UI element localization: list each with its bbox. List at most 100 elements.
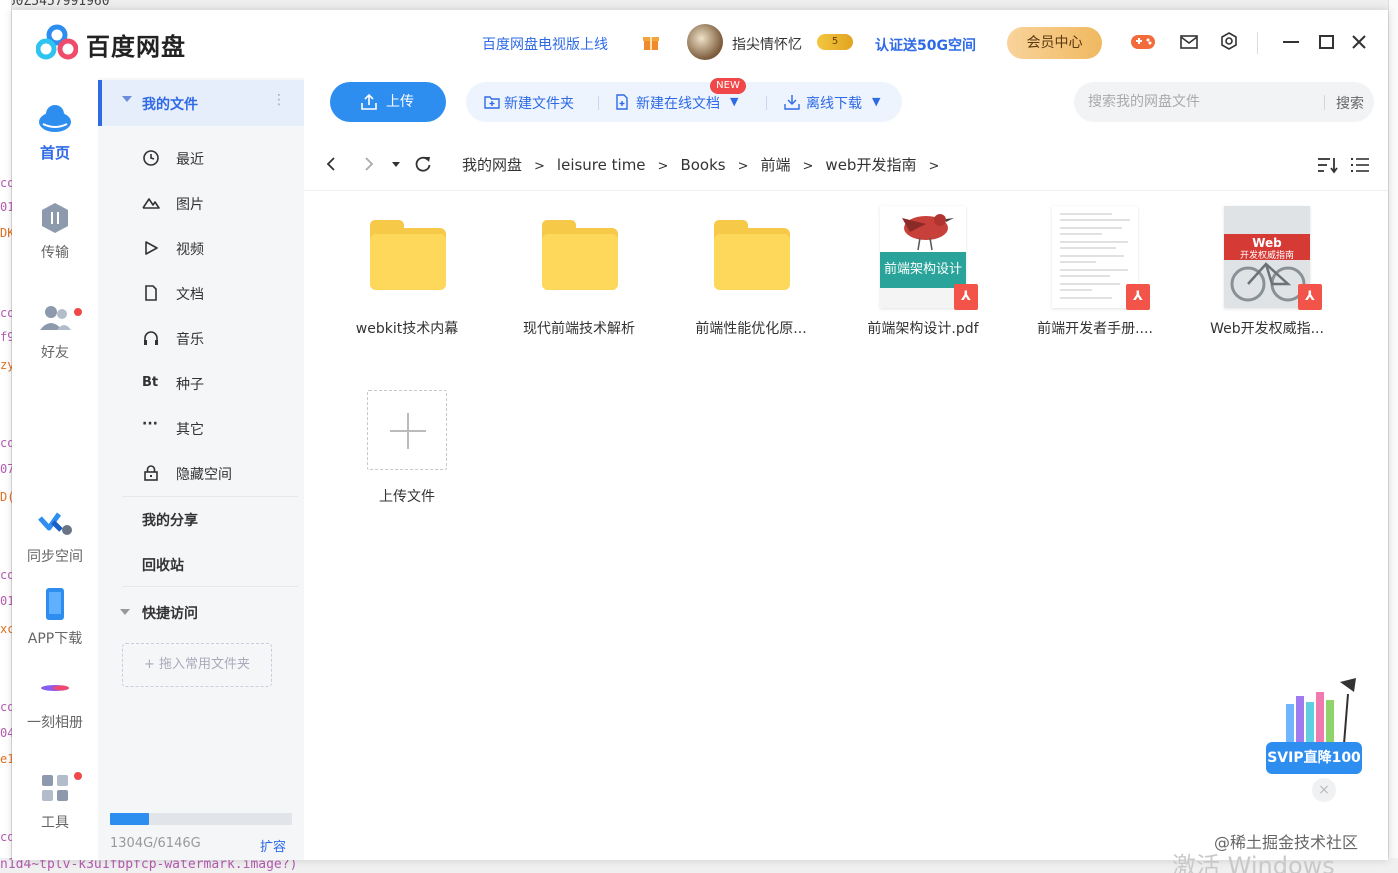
sidebar-item-music[interactable]: 音乐 <box>98 318 304 358</box>
quick-access-drop-zone[interactable]: + 拖入常用文件夹 <box>122 643 272 687</box>
new-online-doc-button[interactable]: 新建在线文档 <box>636 93 720 113</box>
new-badge: NEW <box>710 78 746 94</box>
nav-app-download[interactable]: APP下载 <box>12 586 98 648</box>
sidebar-recycle-bin[interactable]: 回收站 <box>142 555 184 575</box>
upload-button[interactable]: 上传 <box>330 82 446 122</box>
quick-access-arrow-icon[interactable] <box>120 609 130 615</box>
document-icon <box>145 285 157 301</box>
svip-promo-widget[interactable]: SVIP直降100 <box>1264 674 1364 774</box>
username[interactable]: 指尖情怀忆 <box>732 34 802 54</box>
file-item-folder[interactable]: 现代前端技术解析 <box>504 206 654 338</box>
new-doc-icon[interactable] <box>614 94 630 110</box>
upload-icon <box>361 93 377 110</box>
vip-level-badge[interactable]: 5 <box>817 34 853 50</box>
new-folder-button[interactable]: 新建文件夹 <box>504 93 574 113</box>
file-name: webkit技术内幕 <box>355 321 459 337</box>
nav-sync-space[interactable]: 同步空间 <box>12 504 98 566</box>
sort-icon[interactable] <box>1316 155 1338 175</box>
member-center-button[interactable]: 会员中心 <box>1007 27 1102 59</box>
pdf-file-icon: ⅄ <box>1126 284 1150 310</box>
nav-home[interactable]: 首页 <box>12 100 98 163</box>
nav-sync-label: 同步空间 <box>27 549 83 565</box>
offline-download-button[interactable]: 离线下载 <box>806 93 862 113</box>
download-icon[interactable] <box>784 94 800 110</box>
sidebar-item-videos[interactable]: 视频 <box>98 228 304 268</box>
file-item-folder[interactable]: 前端性能优化原... <box>676 206 826 338</box>
minimize-icon[interactable] <box>1282 30 1300 54</box>
file-item-pdf[interactable]: Web 开发权威指南 ⅄ Web开发权威指... <box>1192 206 1342 338</box>
album-icon <box>41 685 69 691</box>
sidebar-item-images[interactable]: 图片 <box>98 183 304 223</box>
user-avatar[interactable] <box>687 24 723 60</box>
upload-button-label: 上传 <box>386 94 414 110</box>
main-content: 上传 新建文件夹 新建在线文档 ▼ NEW 离线下载 ▼ 搜索我的网盘文件 搜索… <box>304 78 1388 860</box>
pdf-thumbnail: ⅄ <box>1040 206 1150 310</box>
sidebar-item-label: 隐藏空间 <box>176 467 232 483</box>
gamepad-icon[interactable] <box>1130 32 1156 52</box>
cloud-icon <box>39 105 71 132</box>
background-right-panel <box>1388 0 1398 873</box>
search-input[interactable] <box>1088 82 1318 122</box>
search-button[interactable]: 搜索 <box>1336 93 1364 113</box>
breadcrumb-item[interactable]: 前端 <box>761 156 791 174</box>
maximize-icon[interactable] <box>1318 30 1336 54</box>
tools-notification-dot <box>74 772 82 780</box>
sidebar-item-label: 视频 <box>176 242 204 258</box>
sidebar-item-label: 其它 <box>176 422 204 438</box>
books-lamp-illustration-icon <box>1286 678 1356 745</box>
refresh-icon[interactable] <box>414 154 432 174</box>
collapse-arrow-icon[interactable] <box>122 96 132 102</box>
mail-icon[interactable] <box>1180 34 1198 50</box>
sidebar-item-others[interactable]: ··· 其它 <box>98 408 304 448</box>
sidebar-item-documents[interactable]: 文档 <box>98 273 304 313</box>
new-folder-icon[interactable] <box>484 94 500 110</box>
nav-tools-label: 工具 <box>41 815 69 831</box>
certification-link[interactable]: 认证送50G空间 <box>875 35 976 55</box>
toolbar-separator <box>766 96 767 110</box>
back-arrow-icon[interactable] <box>324 154 338 174</box>
sync-icon <box>38 512 72 535</box>
list-view-icon[interactable] <box>1350 155 1370 175</box>
sidebar-quick-access[interactable]: 快捷访问 <box>142 603 198 623</box>
sidebar-item-label: 最近 <box>176 152 204 168</box>
pdf-thumbnail: 前端架构设计 ⅄ <box>868 206 978 310</box>
book-cover-title: 前端架构设计 <box>883 262 962 277</box>
breadcrumb-item[interactable]: Books <box>680 156 725 174</box>
expand-storage-link[interactable]: 扩容 <box>260 836 286 855</box>
chevron-down-icon[interactable]: ▼ <box>872 95 880 108</box>
breadcrumb-separator: > <box>534 159 545 174</box>
more-vertical-icon[interactable]: ⋮ <box>272 92 286 108</box>
nav-tools[interactable]: 工具 <box>12 770 98 832</box>
nav-friends[interactable]: 好友 <box>12 300 98 362</box>
settings-gear-icon[interactable] <box>1220 32 1238 50</box>
sidebar-my-files[interactable]: 我的文件 ⋮ <box>98 80 304 126</box>
svip-discount-button[interactable]: SVIP直降100 <box>1266 742 1362 774</box>
breadcrumb-item-current[interactable]: web开发指南 <box>825 156 916 174</box>
gift-icon[interactable] <box>642 33 660 51</box>
close-icon[interactable] <box>1350 30 1368 54</box>
breadcrumb-separator: > <box>737 159 749 174</box>
storage-usage-fill <box>110 813 149 825</box>
sidebar-item-torrents[interactable]: Bt 种子 <box>98 363 304 403</box>
history-dropdown-icon[interactable] <box>390 156 402 172</box>
folder-icon <box>696 206 806 306</box>
headphones-icon <box>144 331 158 345</box>
breadcrumb-separator: > <box>928 159 940 174</box>
sidebar-item-hidden-space[interactable]: 隐藏空间 <box>98 453 304 493</box>
file-item-pdf[interactable]: 前端架构设计 ⅄ 前端架构设计.pdf <box>848 206 998 338</box>
forward-arrow-icon[interactable] <box>362 154 376 174</box>
sidebar-item-recent[interactable]: 最近 <box>98 138 304 178</box>
file-item-pdf[interactable]: ⅄ 前端开发者手册.... <box>1020 206 1170 338</box>
file-item-folder[interactable]: webkit技术内幕 <box>332 206 482 338</box>
tv-version-link[interactable]: 百度网盘电视版上线 <box>482 34 608 54</box>
baidu-netdisk-logo-icon <box>36 24 78 60</box>
upload-file-tile[interactable] <box>367 390 447 470</box>
nav-transfer[interactable]: 传输 <box>12 200 98 262</box>
svip-close-icon[interactable]: × <box>1312 778 1336 802</box>
sidebar-my-share[interactable]: 我的分享 <box>142 510 198 530</box>
nav-app-download-label: APP下载 <box>27 631 83 647</box>
nav-album[interactable]: 一刻相册 <box>12 670 98 732</box>
breadcrumb-item[interactable]: leisure time <box>557 156 646 174</box>
chevron-down-icon[interactable]: ▼ <box>730 95 738 108</box>
breadcrumb-item[interactable]: 我的网盘 <box>462 156 522 174</box>
